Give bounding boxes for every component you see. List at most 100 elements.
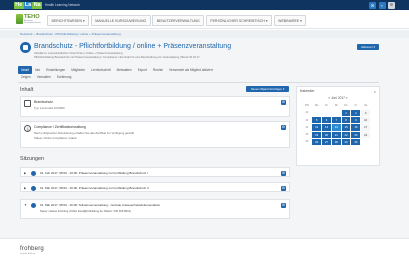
session-row[interactable]: ▶ 01. Feb 2017, 08:00 - 16:00: Präsenzve… [20,167,290,177]
tab-mitglieder[interactable]: Mitglieder [68,66,88,74]
calendar-empty-cell [361,139,370,145]
brand-text: Health Learning Network [44,3,80,7]
footer-logo[interactable]: frohberg [20,246,44,252]
calendar-day[interactable]: 23 [351,131,361,138]
calendar-day[interactable]: 29 [341,138,351,146]
calendar-week-number: 23 [305,118,309,122]
calendar-day[interactable]: 13 [322,124,331,131]
footer: frohberg Digitale Bildung [0,238,409,260]
subtab-sortierung[interactable]: Sortierung [54,74,75,80]
calendar-day[interactable]: 1 [341,109,351,117]
calendar-week-number: 26 [305,140,309,144]
session-icon [31,202,36,208]
logo-subtitle: Akademie Gesundheitsberufe [24,20,41,25]
calendar-day[interactable]: 9 [351,117,361,124]
actions-dropdown-button[interactable]: Aktionen ▾ [357,44,379,50]
chat-icon[interactable]: ▪ [378,1,386,9]
close-icon[interactable]: × [374,89,376,94]
session-actions-gear-icon[interactable]: ⚙ [281,202,286,208]
session-icon [31,170,36,176]
calendar-day[interactable]: 16 [351,124,361,131]
calendar-month-nav[interactable]: « Juni 2017 » [297,96,379,100]
tab-einstellungen[interactable]: Einstellungen [43,66,68,74]
nav-item-webinare[interactable]: WEBINAREE ▾ [273,15,307,26]
calendar-empty-cell [332,110,341,116]
calendar-day[interactable]: 7 [331,117,341,124]
calendar-day[interactable]: 17 [361,124,371,131]
tab-export[interactable]: Export [135,66,150,74]
calendar-day[interactable]: 14 [331,124,341,131]
calendar-weekday-header: Sa [364,104,368,107]
add-object-button[interactable]: Neues Objekt hinzufügen ▾ [246,86,289,92]
calendar-day[interactable]: 26 [312,138,322,146]
learning-module-icon [24,100,31,107]
nav-item-kurszuweisung[interactable]: MANUELLE KURSZUWEISUNG [90,15,151,26]
calendar-day[interactable]: 10 [361,117,371,124]
avatar[interactable] [388,1,395,9]
calendar-title: Kalender [300,89,315,93]
tab-lernfortschritt[interactable]: Lernfortschritt [88,66,114,74]
teho-logo[interactable]: TEHO Akademie Gesundheitsberufe [16,13,42,26]
session-row[interactable]: ▶ 01. Mär 2017, 08:00 - 16:00: Präsenzve… [20,182,290,192]
expand-arrow-icon[interactable]: ▼ [24,203,27,207]
calendar-day[interactable]: 3 [361,109,371,117]
item-title[interactable]: Compliance / Zertifikatsverwaltung [34,125,86,129]
calendar-weekday-header: Di [325,104,328,107]
calendar-day[interactable]: 30 [351,138,361,146]
mail-icon[interactable]: ✉ [369,1,376,9]
calendar-day[interactable]: 22 [341,131,351,138]
calendar-empty-cell [312,110,321,116]
tab-mitglied-aktiviert[interactable]: Verwendet als Mitglied aktiviert [166,66,216,74]
session-actions-gear-icon[interactable]: ⚙ [281,185,286,191]
brand-logo[interactable]: He La Na Health Learning Network [14,1,80,9]
calendar-day[interactable]: 2 [351,109,361,117]
nav-item-schreibtisch[interactable]: PERSÖNLICHER SCHREIBTISCH ▾ [205,15,273,26]
breadcrumb-item-course[interactable]: Brandschutz - Pflichtfortbildung / onlin… [36,32,120,36]
list-item[interactable]: Brandschutz Typ: Lernmodul SCORM ⚙ [20,96,290,117]
breadcrumb-item-netzwerk[interactable]: Netzwerk [20,32,33,36]
tab-bar: Inhalt Info Einstellungen Mitglieder Ler… [18,66,216,74]
calendar-day[interactable]: 15 [341,124,351,131]
item-actions-gear-icon[interactable]: ⚙ [281,100,286,105]
brand-tile-la: La [23,1,33,9]
calendar-day[interactable]: 24 [361,131,371,138]
calendar-day[interactable]: 6 [322,117,331,124]
calendar-day[interactable]: 28 [331,138,341,146]
course-subtitle: Aktivität zu unterschiedlichen Orten/Ort… [34,52,123,55]
calendar-weekday-header: KW [304,104,309,107]
expand-arrow-icon[interactable]: ▶ [24,171,26,175]
tab-info[interactable]: Info [32,66,43,74]
subtab-bar: Zeigen Verwalten Sortierung [18,74,74,80]
session-title[interactable]: 01. Feb 2017, 08:00 - 16:00: Präsenzvera… [40,171,148,175]
nav-item-berichtswesen[interactable]: BERICHTSWESEN ▾ [47,15,90,26]
tab-inhalt[interactable]: Inhalt [18,66,32,74]
nav-item-benutzerverwaltung[interactable]: BENUTZERVERWALTUNG [152,15,205,26]
list-item[interactable]: Compliance / Zertifikatsverwaltung Nach … [20,121,290,148]
calendar-day[interactable]: 21 [331,131,341,138]
calendar-widget: Kalender × « Juni 2017 » KW Mo Di Mi Do Fr Sa 2… [296,86,380,166]
item-actions-gear-icon[interactable]: ⚙ [281,125,286,130]
session-row[interactable]: ▼ 01. Mär 2017, 08:00 - 16:00: Teilnehme… [20,199,290,219]
expand-arrow-icon[interactable]: ▶ [24,186,26,190]
subtab-verwalten[interactable]: Verwalten [34,74,54,80]
tab-metadaten[interactable]: Metadaten [114,66,135,74]
session-title[interactable]: 01. Mär 2017, 08:00 - 16:00: Präsenzvera… [40,186,149,190]
calendar-day[interactable]: 20 [322,131,331,138]
calendar-day[interactable]: 27 [322,138,331,146]
brand-tile-he: He [14,1,24,9]
footer-logo-subtitle: Digitale Bildung [20,253,36,255]
calendar-day[interactable]: 5 [312,117,322,124]
item-title[interactable]: Brandschutz [34,100,53,104]
session-title[interactable]: 01. Mär 2017, 08:00 - 16:00: Teilnehmerv… [40,203,160,207]
calendar-day[interactable]: 19 [312,131,322,138]
calendar-weekday-header: Do [344,104,348,107]
subtab-zeigen[interactable]: Zeigen [18,74,34,80]
session-actions-gear-icon[interactable]: ⚙ [281,170,286,176]
top-bar: He La Na Health Learning Network ✉ ▪ [0,0,409,10]
calendar-week-number: 25 [305,133,309,137]
calendar-day[interactable]: 8 [341,117,351,124]
item-type: Typ: Lernmodul SCORM [34,106,65,110]
tab-rechte[interactable]: Rechte [150,66,166,74]
calendar-day[interactable]: 12 [312,124,322,131]
section-heading-sitzungen: Sitzungen [20,156,44,162]
